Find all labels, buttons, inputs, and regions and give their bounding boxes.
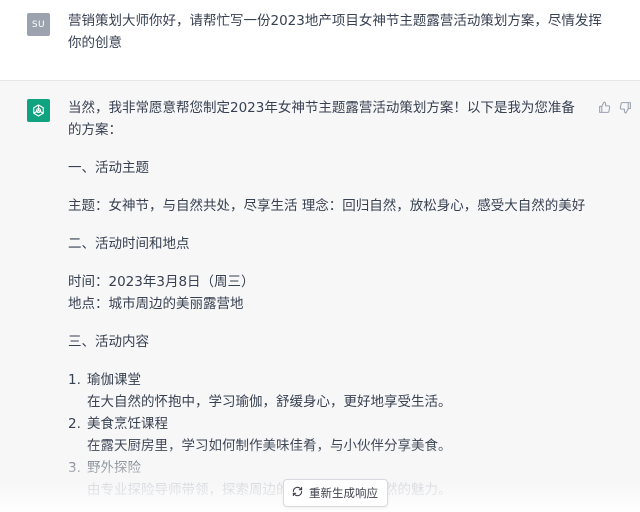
intro-paragraph: 当然，我非常愿意帮您制定2023年女神节主题露营活动策划方案！以下是我为您准备的… bbox=[68, 100, 575, 138]
time-line: 时间：2023年3月8日（周三） bbox=[68, 274, 255, 290]
thumbs-up-icon[interactable] bbox=[596, 99, 612, 115]
list-item: 2. 美食烹饪课程 在露天厨房里，学习如何制作美味佳肴，与小伙伴分享美食。 bbox=[68, 413, 588, 457]
theme-paragraph: 主题：女神节，与自然共处，尽享生活 理念：回归自然，放松身心，感受大自然的美好 bbox=[68, 198, 586, 214]
user-message-row: SU 营销策划大师你好，请帮忙写一份2023地产项目女神节主题露营活动策划方案，… bbox=[0, 0, 640, 81]
list-item-title: 野外探险 bbox=[87, 460, 141, 476]
thumbs-down-icon[interactable] bbox=[617, 99, 633, 115]
list-item-title: 瑜伽课堂 bbox=[87, 372, 141, 388]
refresh-icon bbox=[292, 486, 303, 500]
openai-logo-icon bbox=[27, 99, 50, 122]
assistant-message-row: 当然，我非常愿意帮您制定2023年女神节主题露营活动策划方案！以下是我为您准备的… bbox=[0, 81, 640, 512]
chat-page: SU 营销策划大师你好，请帮忙写一份2023地产项目女神节主题露营活动策划方案，… bbox=[0, 0, 640, 512]
regenerate-label: 重新生成响应 bbox=[309, 486, 378, 500]
user-message-text: 营销策划大师你好，请帮忙写一份2023地产项目女神节主题露营活动策划方案，尽情发… bbox=[68, 13, 602, 51]
section-heading-content: 三、活动内容 bbox=[68, 334, 149, 350]
list-item-number: 2. bbox=[68, 416, 81, 432]
list-item: 1. 瑜伽课堂 在大自然的怀抱中，学习瑜伽，舒缓身心，更好地享受生活。 bbox=[68, 369, 588, 413]
user-avatar: SU bbox=[27, 13, 50, 36]
list-item-title: 美食烹饪课程 bbox=[87, 416, 168, 432]
section-heading-time-place: 二、活动时间和地点 bbox=[68, 236, 190, 252]
list-item-description: 在露天厨房里，学习如何制作美味佳肴，与小伙伴分享美食。 bbox=[87, 438, 452, 454]
list-item-description: 在大自然的怀抱中，学习瑜伽，舒缓身心，更好地享受生活。 bbox=[87, 394, 452, 410]
place-line: 地点：城市周边的美丽露营地 bbox=[68, 296, 244, 312]
list-item-number: 3. bbox=[68, 460, 81, 476]
regenerate-response-button[interactable]: 重新生成响应 bbox=[283, 479, 388, 507]
assistant-message-text: 当然，我非常愿意帮您制定2023年女神节主题露营活动策划方案！以下是我为您准备的… bbox=[68, 97, 588, 501]
list-item-number: 1. bbox=[68, 372, 81, 388]
section-heading-theme: 一、活动主题 bbox=[68, 160, 149, 176]
